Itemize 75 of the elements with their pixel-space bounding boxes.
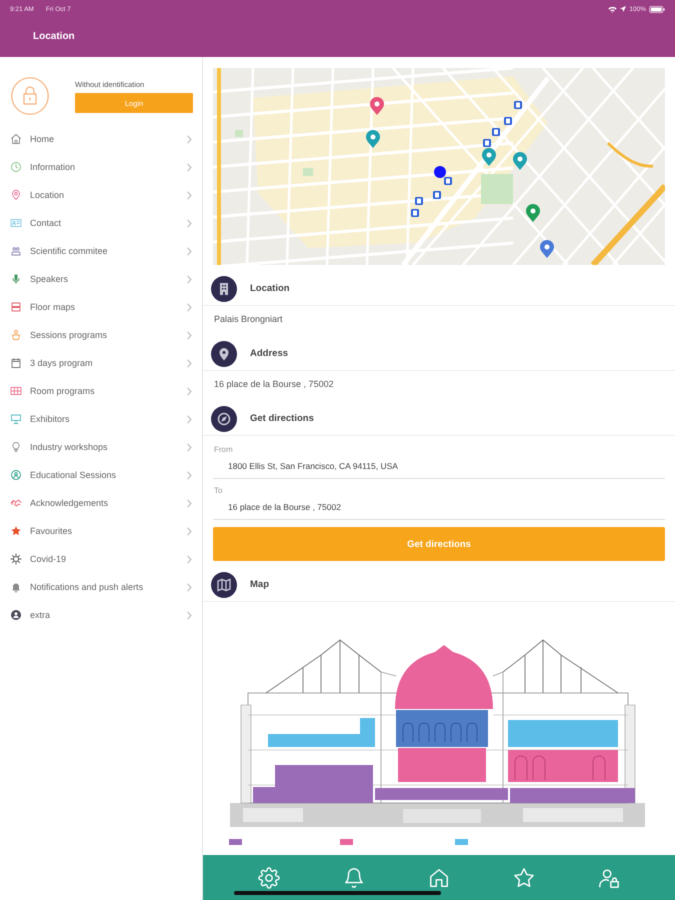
menu-item[interactable]: Favourites [0,517,202,545]
compass-icon [211,406,237,432]
map-pin-icon [370,97,384,115]
section-title: Get directions [250,413,314,424]
favourites-button[interactable] [513,866,535,888]
section-title: Map [250,579,269,590]
chevron-right-icon [186,274,192,284]
section-title: Location [250,283,290,294]
chevron-right-icon [186,498,192,508]
menu-item[interactable]: Home [0,125,202,153]
chevron-right-icon [186,386,192,396]
folded-map-icon [211,572,237,598]
park-area [481,174,513,204]
page-title: Location [33,30,75,42]
lock-avatar-icon [11,77,49,115]
chevron-right-icon [186,190,192,200]
menu-item[interactable]: Contact [0,209,202,237]
menu-item[interactable]: Covid-19 [0,545,202,573]
settings-icon [258,866,280,888]
location-arrow-icon [620,6,626,12]
bell-icon [343,866,365,888]
settings-button[interactable] [258,866,280,888]
chevron-right-icon [186,162,192,172]
home-button[interactable] [428,866,450,888]
chevron-right-icon [186,526,192,536]
field-label: To [214,486,222,495]
address-input-field[interactable]: 1800 Ellis St, San Francisco, CA 94115, USA [213,456,665,479]
chevron-right-icon [186,610,192,620]
menu-item[interactable]: Information [0,153,202,181]
field-label: From [214,445,233,454]
map-pin-icon [540,240,554,258]
chevron-right-icon [186,470,192,480]
menu-item[interactable]: Educational Sessions [0,461,202,489]
chevron-right-icon [186,414,192,424]
wifi-icon [608,6,618,12]
menu-item[interactable]: Scientific commitee [0,237,202,265]
park-area [235,130,243,137]
star-icon [513,866,535,888]
building-icon [211,276,237,302]
map-pin-icon [211,340,237,366]
chevron-right-icon [186,330,192,340]
menu-item[interactable]: 3 days program [0,349,202,377]
chevron-right-icon [186,582,192,592]
menu-item[interactable]: Floor maps [0,293,202,321]
address-input-field[interactable]: 16 place de la Bourse , 75002 [213,497,665,520]
map-pin-icon [482,148,496,166]
info-value-text: Palais Brongniart [214,314,283,324]
park-area [303,168,313,176]
section-title: Address [250,348,288,359]
user-lock-icon [598,866,620,888]
notifications-button[interactable] [343,866,365,888]
home-icon [428,866,450,888]
menu-item[interactable]: Speakers [0,265,202,293]
map-pin-icon [513,152,527,170]
menu-item[interactable]: Location [0,181,202,209]
info-value-text: 16 place de la Bourse , 75002 [214,379,334,389]
account-button[interactable] [598,866,620,888]
menu-item[interactable]: Notifications and push alerts [0,573,202,601]
menu-item[interactable]: Industry workshops [0,433,202,461]
menu-item[interactable]: extra [0,601,202,629]
chevron-right-icon [186,554,192,564]
battery-icon [649,6,665,12]
chevron-right-icon [186,442,192,452]
chevron-right-icon [186,134,192,144]
menu-item[interactable]: Acknowledgements [0,489,202,517]
location-dot-icon [434,166,446,178]
menu-item[interactable]: Room programs [0,377,202,405]
chevron-right-icon [186,358,192,368]
menu-item[interactable]: Exhibitors [0,405,202,433]
menu-item[interactable]: Sessions programs [0,321,202,349]
chevron-right-icon [186,302,192,312]
chevron-right-icon [186,246,192,256]
chevron-right-icon [186,218,192,228]
map-pin-icon [526,204,540,222]
map-pin-icon [366,130,380,148]
